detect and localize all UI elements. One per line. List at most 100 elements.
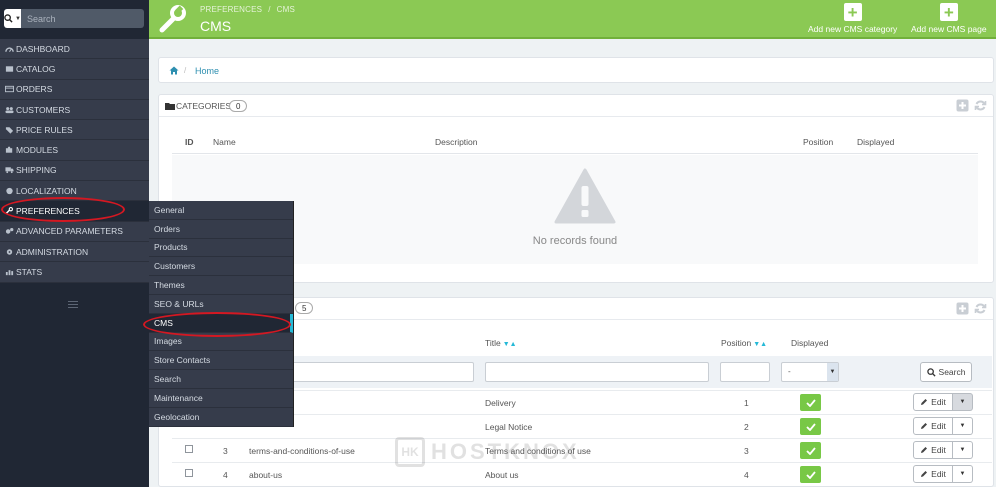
pencil-icon: [921, 399, 928, 405]
edit-button[interactable]: Edit: [913, 465, 953, 483]
row-actions: Edit ▼: [913, 417, 973, 435]
row-checkbox[interactable]: [185, 445, 193, 453]
menu-item-orders[interactable]: ORDERS: [0, 79, 149, 100]
categories-panel-actions: [951, 99, 987, 112]
menu-collapse-icon[interactable]: [68, 301, 78, 309]
add-cms-category-button[interactable]: + Add new CMS category: [808, 3, 897, 34]
sort-arrows-icon[interactable]: ▼▲: [753, 341, 767, 348]
cog-icon: [4, 248, 14, 256]
filter-displayed-select[interactable]: - ▼: [781, 362, 839, 382]
submenu-item-cms[interactable]: CMS: [149, 313, 293, 333]
filter-title-input[interactable]: [485, 362, 709, 382]
home-icon[interactable]: [169, 66, 179, 75]
cell-id: 4: [223, 470, 228, 480]
edit-button-label: Edit: [931, 397, 946, 407]
search-type-button[interactable]: ▼: [4, 9, 21, 28]
menu-label: CUSTOMERS: [16, 104, 71, 115]
submenu-item-store-contacts[interactable]: Store Contacts: [149, 351, 293, 371]
breadcrumb: / Home: [158, 57, 994, 83]
col-header-title[interactable]: Title ▼▲: [485, 338, 517, 348]
caret-down-icon: ▼: [959, 399, 966, 405]
row-actions: Edit ▼: [913, 393, 973, 411]
menu-item-localization[interactable]: LOCALIZATION: [0, 181, 149, 202]
cell-position: 2: [744, 422, 749, 432]
menu-item-modules[interactable]: MODULES: [0, 140, 149, 161]
edit-button[interactable]: Edit: [913, 417, 953, 435]
refresh-icon[interactable]: [974, 302, 987, 315]
submenu-item-customers[interactable]: Customers: [149, 257, 293, 277]
submenu-item-general[interactable]: General: [149, 201, 293, 220]
breadcrumb-home-link[interactable]: Home: [195, 66, 219, 76]
table-divider: [172, 153, 978, 154]
menu-item-advanced-parameters[interactable]: ADVANCED PARAMETERS: [0, 221, 149, 242]
menu-item-catalog[interactable]: CATALOG: [0, 59, 149, 80]
add-cms-category-label: Add new CMS category: [808, 24, 898, 34]
menu-item-price-rules[interactable]: PRICE RULES: [0, 120, 149, 141]
check-icon: [805, 470, 816, 479]
search-input[interactable]: [21, 9, 144, 28]
watermark-text: HOSTKNOX: [431, 439, 580, 464]
menu-label: DASHBOARD: [16, 43, 70, 54]
submenu-item-geolocation[interactable]: Geolocation: [149, 408, 293, 427]
filter-displayed-value: -: [788, 367, 791, 376]
row-actions-dropdown[interactable]: ▼: [953, 465, 973, 483]
crumb-preferences[interactable]: PREFERENCES: [200, 5, 262, 14]
refresh-icon[interactable]: [974, 99, 987, 112]
chevron-down-icon: ▼: [827, 363, 838, 381]
add-icon[interactable]: [956, 302, 969, 315]
edit-button[interactable]: Edit: [913, 441, 953, 459]
displayed-toggle[interactable]: [800, 442, 821, 459]
displayed-toggle[interactable]: [800, 466, 821, 483]
add-icon[interactable]: [956, 99, 969, 112]
categories-count-badge: 0: [229, 100, 248, 112]
submenu-item-maintenance[interactable]: Maintenance: [149, 389, 293, 408]
col-header-position[interactable]: Position ▼▲: [721, 338, 767, 348]
col-header-title-label: Title: [485, 338, 501, 348]
book-icon: [4, 65, 14, 73]
submenu-item-images[interactable]: Images: [149, 333, 293, 352]
submenu-item-seo-urls[interactable]: SEO & URLs: [149, 295, 293, 314]
folder-icon: [165, 103, 175, 110]
cell-url: terms-and-conditions-of-use: [249, 446, 355, 456]
row-actions-dropdown[interactable]: ▼: [953, 417, 973, 435]
cell-id: 3: [223, 446, 228, 456]
row-actions-dropdown[interactable]: ▼: [953, 393, 973, 411]
menu-item-preferences[interactable]: PREFERENCES: [0, 201, 149, 222]
menu-label: MODULES: [16, 145, 59, 156]
sidebar: ▼ DASHBOARD CATALOG ORDERS CUSTOMERS PRI…: [0, 0, 149, 487]
menu-item-stats[interactable]: STATS: [0, 262, 149, 283]
menu-label: LOCALIZATION: [16, 185, 77, 196]
submenu-item-orders[interactable]: Orders: [149, 220, 293, 239]
caret-down-icon: ▼: [959, 471, 966, 477]
search-button[interactable]: Search: [920, 362, 972, 382]
displayed-toggle[interactable]: [800, 394, 821, 411]
menu-item-administration[interactable]: ADMINISTRATION: [0, 241, 149, 263]
table-row: Delivery 1 Edit ▼: [172, 390, 992, 414]
plus-icon: +: [939, 3, 958, 21]
menu-item-dashboard[interactable]: DASHBOARD: [0, 39, 149, 60]
menu-label: ORDERS: [16, 84, 53, 95]
menu-label: CATALOG: [16, 63, 56, 74]
table-row: 3 terms-and-conditions-of-use Terms and …: [172, 438, 992, 462]
filter-position-input[interactable]: [720, 362, 770, 382]
filter-url-input[interactable]: [292, 362, 474, 382]
submenu-item-search[interactable]: Search: [149, 370, 293, 389]
menu-label: ADMINISTRATION: [16, 246, 89, 257]
menu-item-customers[interactable]: CUSTOMERS: [0, 99, 149, 121]
menu-item-shipping[interactable]: SHIPPING: [0, 160, 149, 182]
sort-arrows-icon[interactable]: ▼▲: [503, 341, 517, 348]
row-actions: Edit ▼: [913, 441, 973, 459]
row-actions-dropdown[interactable]: ▼: [953, 441, 973, 459]
edit-button[interactable]: Edit: [913, 393, 953, 411]
add-cms-page-button[interactable]: + Add new CMS page: [911, 3, 987, 34]
check-icon: [805, 446, 816, 455]
search-icon: [4, 14, 13, 23]
submenu-item-products[interactable]: Products: [149, 239, 293, 258]
menu-label: PRICE RULES: [16, 124, 73, 135]
pages-count-badge: 5: [295, 302, 314, 314]
submenu-item-themes[interactable]: Themes: [149, 276, 293, 295]
caret-down-icon: ▼: [959, 447, 966, 453]
row-checkbox[interactable]: [185, 469, 193, 477]
displayed-toggle[interactable]: [800, 418, 821, 435]
col-header-position-label: Position: [721, 338, 752, 348]
